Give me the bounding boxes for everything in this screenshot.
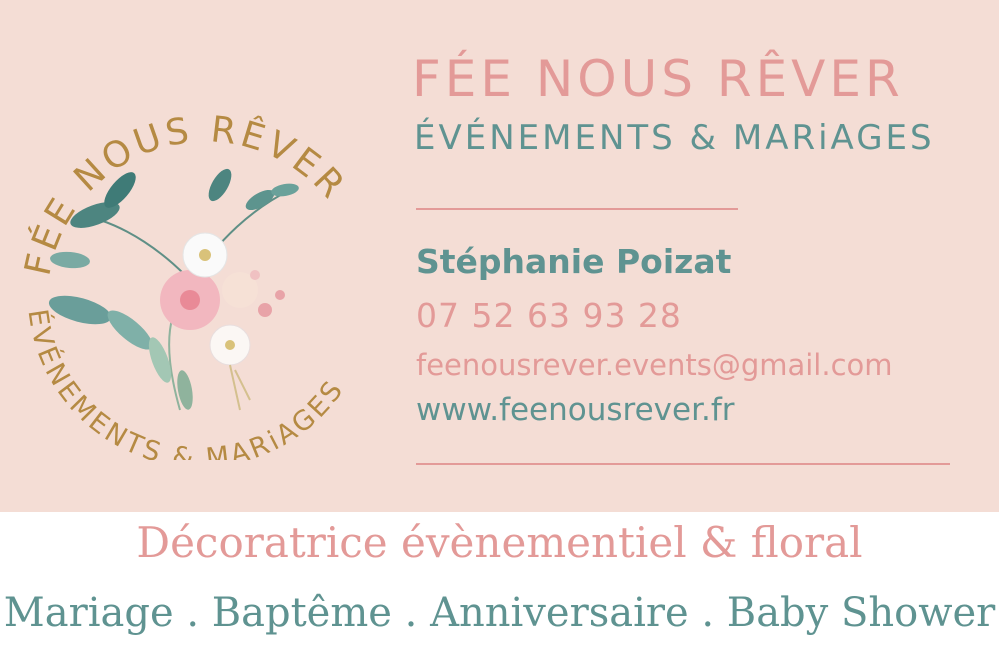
contact-website: www.feenousrever.fr xyxy=(416,392,735,428)
contact-phone: 07 52 63 93 28 xyxy=(416,296,682,335)
contact-email: feenousrever.events@gmail.com xyxy=(416,348,893,382)
footer-tagline: Décoratrice évènementiel & floral xyxy=(136,518,863,567)
brand-title: FÉE NOUS RÊVER xyxy=(412,50,904,108)
contact-name: Stéphanie Poizat xyxy=(416,242,732,281)
circular-logo: FÉE NOUS RÊVER ÉVÉNEMENTS & MARiAGES xyxy=(18,109,351,460)
brand-subtitle: ÉVÉNEMENTS & MARiAGES xyxy=(414,118,935,158)
divider-top xyxy=(416,208,738,210)
footer-services: Mariage . Baptême . Anniversaire . Baby … xyxy=(3,590,996,636)
business-card-page: FÉE NOUS RÊVER ÉVÉNEMENTS & MARiAGES FÉE… xyxy=(0,0,999,655)
divider-bottom xyxy=(416,463,950,465)
business-card: FÉE NOUS RÊVER ÉVÉNEMENTS & MARiAGES FÉE… xyxy=(0,0,999,512)
